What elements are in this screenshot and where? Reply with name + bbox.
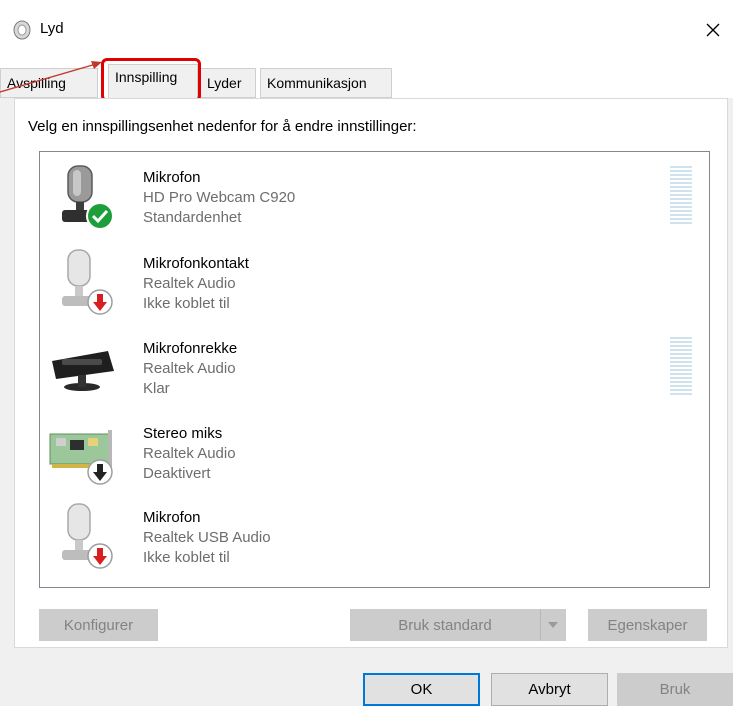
close-icon — [706, 23, 720, 37]
device-item-mic-array[interactable]: Mikrofonrekke Realtek Audio Klar — [40, 323, 709, 409]
device-description: Realtek Audio — [143, 360, 236, 377]
webcam-mic-icon — [62, 165, 114, 230]
device-name: Mikrofonrekke — [143, 340, 238, 357]
microphone-icon — [62, 503, 113, 569]
device-name: Mikrofonkontakt — [143, 255, 249, 272]
device-description: Realtek Audio — [143, 445, 236, 462]
device-item-usb-mic[interactable]: Mikrofon Realtek USB Audio Ikke koblet t… — [40, 492, 709, 578]
disconnected-arrow-icon — [87, 289, 113, 315]
device-status: Ikke koblet til — [143, 295, 230, 312]
title-bar: Lyd — [0, 0, 733, 60]
chevron-down-icon — [548, 622, 558, 628]
device-description: HD Pro Webcam C920 — [143, 189, 296, 206]
device-item-webcam-mic[interactable]: Mikrofon HD Pro Webcam C920 Standardenhe… — [40, 152, 709, 238]
default-check-icon — [86, 202, 114, 230]
disabled-arrow-icon — [87, 459, 113, 485]
device-name: Mikrofon — [143, 169, 201, 186]
instruction-text: Velg en innspillingsenhet nedenfor for å… — [28, 118, 417, 135]
level-meter — [670, 337, 692, 397]
microphone-icon — [62, 249, 113, 315]
device-description: Realtek Audio — [143, 275, 236, 292]
tab-playback[interactable]: Avspilling — [0, 68, 98, 98]
tab-communications[interactable]: Kommunikasjon — [260, 68, 392, 98]
cancel-button[interactable]: Avbryt — [491, 673, 608, 706]
speaker-app-icon — [13, 20, 31, 40]
device-item-stereo-mix[interactable]: Stereo miks Realtek Audio Deaktivert — [40, 408, 709, 494]
device-status: Standardenhet — [143, 209, 242, 226]
level-meter — [670, 166, 692, 226]
device-status: Deaktivert — [143, 465, 211, 482]
set-default-button[interactable]: Bruk standard — [350, 609, 540, 641]
tab-sounds[interactable]: Lyder — [200, 68, 256, 98]
device-name: Mikrofon — [143, 509, 201, 526]
configure-button[interactable]: Konfigurer — [39, 609, 158, 641]
window-title: Lyd — [40, 20, 64, 37]
sound-card-icon — [49, 430, 113, 485]
properties-button[interactable]: Egenskaper — [588, 609, 707, 641]
apply-button[interactable]: Bruk — [617, 673, 733, 706]
device-item-mic-jack[interactable]: Mikrofonkontakt Realtek Audio Ikke koble… — [40, 238, 709, 324]
device-description: Realtek USB Audio — [143, 529, 271, 546]
device-list[interactable]: Mikrofon HD Pro Webcam C920 Standardenhe… — [39, 151, 710, 588]
set-default-dropdown[interactable] — [540, 609, 566, 641]
device-status: Ikke koblet til — [143, 549, 230, 566]
device-name: Stereo miks — [143, 425, 223, 442]
ok-button[interactable]: OK — [363, 673, 480, 706]
device-status: Klar — [143, 380, 170, 397]
tab-strip: Avspilling Innspilling Lyder Kommunikasj… — [0, 60, 733, 98]
mic-array-icon — [52, 351, 114, 391]
sound-dialog: Lyd Avspilling Innspilling Lyder Kommuni… — [0, 0, 733, 706]
tab-recording[interactable]: Innspilling — [108, 64, 198, 98]
disconnected-arrow-icon — [87, 543, 113, 569]
close-button[interactable] — [693, 14, 733, 46]
